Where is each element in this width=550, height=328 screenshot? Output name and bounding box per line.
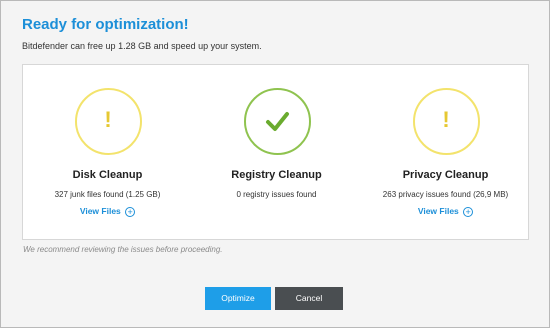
- optimization-dialog: Ready for optimization! Bitdefender can …: [0, 0, 550, 328]
- disk-cleanup-status-circle: !: [74, 88, 142, 155]
- registry-cleanup-description: 0 registry issues found: [236, 190, 317, 199]
- results-panel: ! Disk Cleanup 327 junk files found (1.2…: [22, 64, 529, 240]
- privacy-cleanup-title: Privacy Cleanup: [402, 169, 489, 181]
- cancel-button[interactable]: Cancel: [275, 287, 343, 310]
- plus-circle-icon: +: [463, 206, 474, 217]
- checkmark-icon: [265, 112, 289, 131]
- exclamation-icon: !: [104, 107, 112, 132]
- disk-cleanup-view-files-link[interactable]: View Files +: [23, 206, 192, 217]
- registry-cleanup-status-circle: [243, 88, 311, 155]
- disk-cleanup-description: 327 junk files found (1.25 GB): [54, 190, 161, 199]
- privacy-cleanup-card: ! Privacy Cleanup 263 privacy issues fou…: [361, 65, 530, 241]
- privacy-cleanup-description: 263 privacy issues found (26,9 MB): [382, 190, 509, 199]
- disk-cleanup-card: ! Disk Cleanup 327 junk files found (1.2…: [23, 65, 192, 241]
- dialog-title: Ready for optimization!: [22, 16, 189, 33]
- registry-cleanup-title: Registry Cleanup: [231, 169, 322, 181]
- privacy-cleanup-status-circle: !: [412, 88, 480, 155]
- registry-cleanup-card: Registry Cleanup 0 registry issues found: [192, 65, 361, 241]
- plus-circle-icon: +: [125, 206, 136, 217]
- recommendation-note: We recommend reviewing the issues before…: [23, 245, 223, 254]
- dialog-subtitle: Bitdefender can free up 1.28 GB and spee…: [22, 41, 262, 51]
- view-files-label: View Files: [417, 206, 459, 216]
- disk-cleanup-title: Disk Cleanup: [72, 169, 143, 181]
- privacy-cleanup-view-files-link[interactable]: View Files +: [361, 206, 530, 217]
- view-files-label: View Files: [79, 206, 121, 216]
- optimize-button[interactable]: Optimize: [205, 287, 271, 310]
- exclamation-icon: !: [442, 107, 450, 132]
